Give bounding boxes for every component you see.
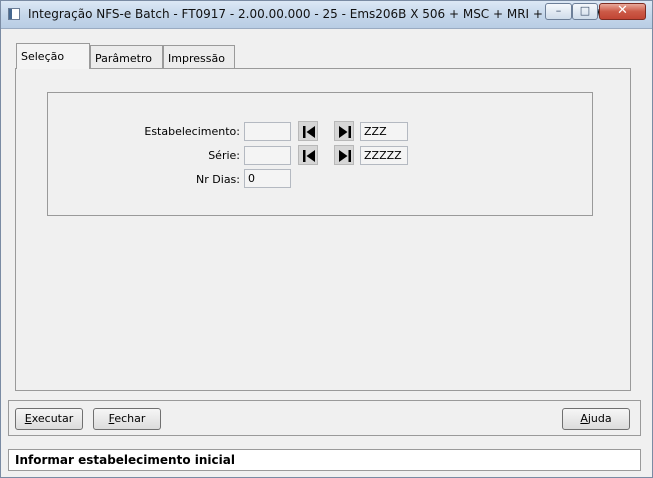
maximize-icon: □ bbox=[579, 4, 591, 17]
status-bar: Informar estabelecimento inicial bbox=[8, 449, 641, 471]
estabelecimento-first-button[interactable] bbox=[298, 121, 318, 141]
close-button[interactable]: ✕ bbox=[599, 3, 646, 20]
minimize-icon: – bbox=[555, 4, 562, 17]
ajuda-mnemonic: A bbox=[580, 412, 588, 425]
ajuda-button[interactable]: Ajuda bbox=[562, 408, 630, 430]
nr-dias-label: Nr Dias: bbox=[196, 173, 240, 186]
estabelecimento-last-button[interactable] bbox=[334, 121, 354, 141]
estabelecimento-from-input[interactable] bbox=[244, 122, 291, 141]
minimize-button[interactable]: – bbox=[545, 3, 572, 20]
skip-last-icon bbox=[339, 150, 351, 162]
program-window: Integração NFS-e Batch - FT0917 - 2.00.0… bbox=[0, 0, 653, 478]
fechar-button[interactable]: Fechar bbox=[93, 408, 161, 430]
estabelecimento-label: Estabelecimento: bbox=[144, 125, 240, 138]
serie-to-input[interactable]: ZZZZZ bbox=[360, 146, 408, 165]
tab-selecao[interactable]: Seleção bbox=[16, 43, 90, 69]
skip-first-icon bbox=[303, 126, 315, 138]
skip-first-icon bbox=[303, 150, 315, 162]
executar-button[interactable]: Executar bbox=[15, 408, 83, 430]
app-icon[interactable] bbox=[8, 8, 20, 20]
serie-label: Série: bbox=[208, 149, 240, 162]
ajuda-label: juda bbox=[587, 412, 612, 425]
tab-impressao[interactable]: Impressão bbox=[163, 45, 235, 69]
tab-parametro[interactable]: Parâmetro bbox=[90, 45, 163, 69]
tab-label: Parâmetro bbox=[95, 52, 152, 65]
window-title: Integração NFS-e Batch - FT0917 - 2.00.0… bbox=[28, 7, 611, 21]
maximize-button[interactable]: □ bbox=[572, 3, 598, 20]
nr-dias-input[interactable]: 0 bbox=[244, 169, 291, 188]
executar-mnemonic: E bbox=[24, 412, 32, 425]
tab-label: Seleção bbox=[21, 50, 65, 63]
close-icon: ✕ bbox=[617, 3, 628, 18]
fechar-label: echar bbox=[114, 412, 146, 425]
title-bar[interactable]: Integração NFS-e Batch - FT0917 - 2.00.0… bbox=[1, 1, 652, 29]
serie-first-button[interactable] bbox=[298, 145, 318, 165]
estabelecimento-to-input[interactable]: ZZZ bbox=[360, 122, 408, 141]
tab-label: Impressão bbox=[168, 52, 225, 65]
serie-from-input[interactable] bbox=[244, 146, 291, 165]
serie-last-button[interactable] bbox=[334, 145, 354, 165]
skip-last-icon bbox=[339, 126, 351, 138]
executar-label: xecutar bbox=[31, 412, 74, 425]
status-text: Informar estabelecimento inicial bbox=[15, 453, 235, 467]
